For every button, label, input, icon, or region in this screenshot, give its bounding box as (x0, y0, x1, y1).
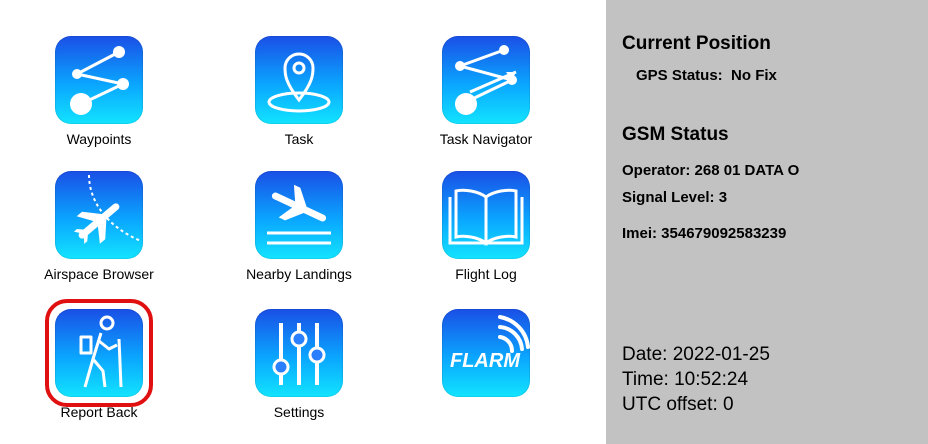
gps-status: GPS Status: No Fix (636, 67, 777, 84)
gps-status-value: No Fix (731, 67, 777, 84)
tile-label: Task (284, 131, 314, 147)
hiker-icon (45, 299, 153, 407)
tile-waypoints[interactable]: Waypoints (34, 36, 164, 147)
flarm-logo-text: FLARM (450, 350, 521, 372)
tile-report-back[interactable]: Report Back (34, 299, 164, 420)
gsm-imei: Imei: 354679092583239 (622, 225, 787, 242)
tile-settings[interactable]: Settings (234, 309, 364, 420)
map-pin-icon (255, 36, 343, 124)
current-position-title: Current Position (622, 33, 771, 54)
landing-icon (255, 171, 343, 259)
tile-task[interactable]: Task (234, 36, 364, 147)
tile-task-navigator[interactable]: Task Navigator (421, 36, 551, 147)
tile-label: Settings (273, 404, 325, 420)
tile-label: Waypoints (66, 131, 132, 147)
tile-flight-log[interactable]: Flight Log (421, 171, 551, 282)
airplane-icon (55, 171, 143, 259)
app-menu-grid: Waypoints Task Task Navigator Airspace B… (0, 0, 606, 444)
tile-label: Nearby Landings (246, 266, 352, 282)
book-icon (442, 171, 530, 259)
tile-flarm[interactable]: FLARM (421, 309, 551, 404)
waypoints-icon (55, 36, 143, 124)
tile-label: Flight Log (455, 266, 517, 282)
time-readout: Time: 10:52:24 (622, 369, 749, 390)
sliders-icon (255, 309, 343, 397)
gsm-signal-level: Signal Level: 3 (622, 189, 728, 206)
gsm-status-title: GSM Status (622, 124, 729, 145)
status-panel: Current Position GPS Status: No Fix GSM … (606, 0, 928, 444)
tile-label: Task Navigator (439, 131, 533, 147)
tile-label: Airspace Browser (44, 266, 154, 282)
flarm-icon: FLARM (442, 309, 530, 397)
task-navigator-icon (442, 36, 530, 124)
gsm-operator: Operator: 268 01 DATA O (622, 162, 800, 179)
date-readout: Date: 2022-01-25 (622, 344, 770, 365)
gps-status-label: GPS Status: (636, 67, 723, 84)
tile-airspace-browser[interactable]: Airspace Browser (34, 171, 164, 282)
utc-offset-readout: UTC offset: 0 (622, 394, 734, 415)
tile-nearby-landings[interactable]: Nearby Landings (234, 171, 364, 282)
